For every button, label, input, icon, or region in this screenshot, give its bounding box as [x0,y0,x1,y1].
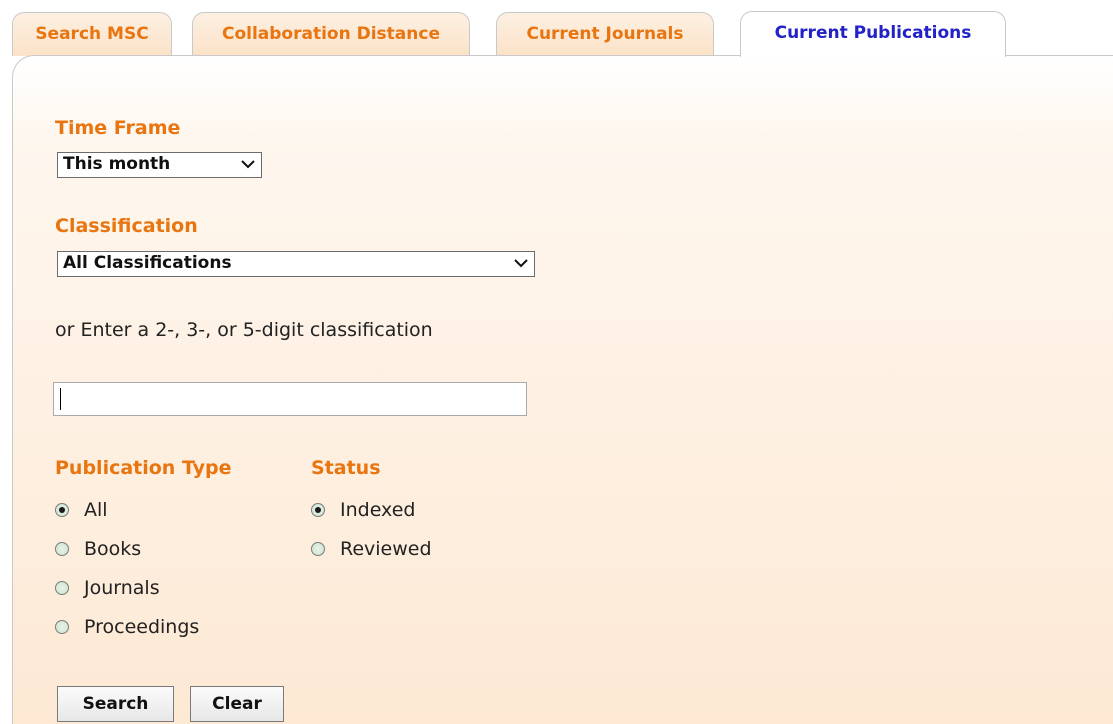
publication-type-option-books[interactable]: Books [55,536,141,562]
clear-button[interactable]: Clear [190,686,284,722]
tab-bar: Search MSC Collaboration Distance Curren… [0,0,1113,57]
radio-label: All [84,499,108,521]
chevron-down-icon [241,160,255,169]
status-option-reviewed[interactable]: Reviewed [311,536,432,562]
publication-type-option-all[interactable]: All [55,497,108,523]
classification-code-input[interactable] [53,382,527,416]
radio-label: Indexed [340,499,416,521]
radio-checked-icon [55,503,69,517]
classification-label: Classification [55,215,198,237]
tab-current-journals[interactable]: Current Journals [496,12,714,56]
radio-label: Journals [84,577,160,599]
radio-unchecked-icon [55,581,69,595]
radio-unchecked-icon [55,542,69,556]
publication-type-option-proceedings[interactable]: Proceedings [55,614,199,640]
radio-label: Books [84,538,142,560]
time-frame-selected-value: This month [63,154,171,174]
publication-type-label: Publication Type [55,457,232,479]
radio-unchecked-icon [55,620,69,634]
publication-type-option-journals[interactable]: Journals [55,575,160,601]
chevron-down-icon [514,259,528,268]
tab-collaboration-distance[interactable]: Collaboration Distance [192,12,470,56]
classification-select[interactable]: All Classifications [57,251,535,277]
text-caret [60,388,61,410]
search-button[interactable]: Search [57,686,174,722]
radio-label: Proceedings [84,616,200,638]
classification-hint: or Enter a 2-, 3-, or 5-digit classifica… [55,319,433,341]
radio-label: Reviewed [340,538,432,560]
tab-current-publications[interactable]: Current Publications [740,11,1006,57]
classification-selected-value: All Classifications [63,253,232,273]
radio-checked-icon [311,503,325,517]
status-option-indexed[interactable]: Indexed [311,497,415,523]
status-label: Status [311,457,381,479]
time-frame-select[interactable]: This month [57,152,262,178]
radio-unchecked-icon [311,542,325,556]
tab-search-msc[interactable]: Search MSC [12,12,172,56]
time-frame-label: Time Frame [55,117,181,139]
